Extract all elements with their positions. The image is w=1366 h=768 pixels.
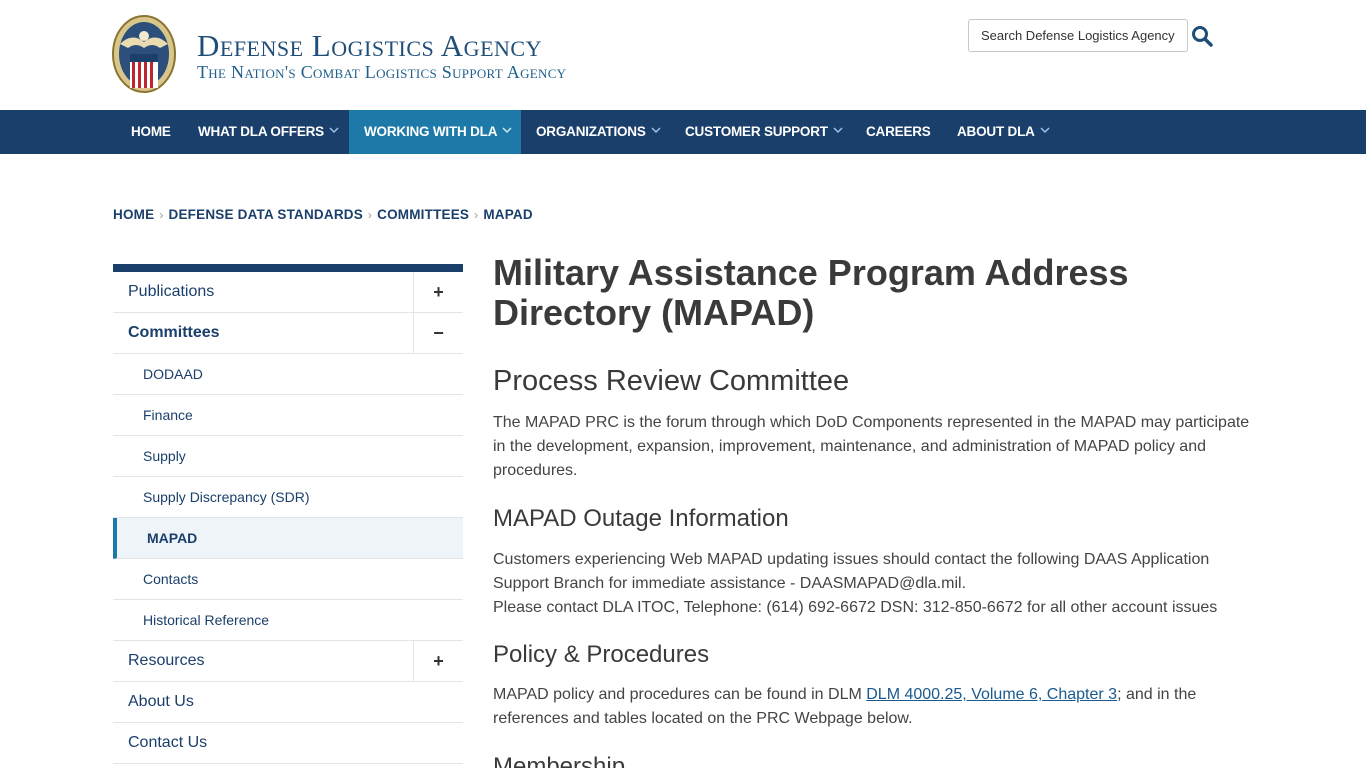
nav-home-label: HOME: [131, 124, 171, 139]
nav-careers[interactable]: CAREERS: [851, 110, 946, 154]
sidebar-subitem-label: MAPAD: [147, 530, 198, 546]
sidebar-item-resources[interactable]: Resources +: [113, 641, 463, 682]
nav-careers-label: CAREERS: [866, 124, 931, 139]
page-title: Military Assistance Program Address Dire…: [493, 252, 1129, 333]
site-header: Defense Logistics Agency The Nation's Co…: [0, 0, 1366, 110]
chevron-down-icon: [651, 127, 661, 134]
sidebar-item-contact-us[interactable]: Contact Us: [113, 723, 463, 764]
outage-text-2: Please contact DLA ITOC, Telephone: (614…: [493, 599, 1218, 616]
nav-what-dla-offers-label: WHAT DLA OFFERS: [198, 124, 324, 139]
nav-customer-support[interactable]: CUSTOMER SUPPORT: [670, 110, 858, 154]
nav-working-with-dla[interactable]: WORKING WITH DLA: [349, 110, 521, 154]
nav-organizations[interactable]: ORGANIZATIONS: [521, 110, 676, 154]
sidebar-subitem-label: Historical Reference: [143, 612, 270, 628]
sidebar-item-label: Publications: [128, 283, 215, 300]
sidebar-subitem-label: Finance: [143, 407, 193, 423]
collapse-icon[interactable]: −: [413, 313, 463, 353]
dla-seal-icon[interactable]: [112, 14, 176, 94]
sidebar-item-publications[interactable]: Publications +: [113, 272, 463, 313]
dlm-volume-link[interactable]: DLM 4000.25, Volume 6, Chapter 3: [866, 686, 1117, 703]
nav-what-dla-offers[interactable]: WHAT DLA OFFERS: [183, 110, 354, 154]
sidebar-item-committees[interactable]: Committees −: [113, 313, 463, 354]
outage-heading: MAPAD Outage Information: [493, 505, 789, 532]
chevron-down-icon: [833, 127, 843, 134]
chevron-down-icon: [1040, 127, 1050, 134]
chevron-right-icon: ›: [474, 208, 479, 222]
nav-about-dla-label: ABOUT DLA: [957, 124, 1035, 139]
nav-organizations-label: ORGANIZATIONS: [536, 124, 646, 139]
nav-customer-support-label: CUSTOMER SUPPORT: [685, 124, 828, 139]
policy-text-pre: MAPAD policy and procedures can be found…: [493, 686, 867, 703]
chevron-down-icon: [329, 127, 339, 134]
outage-text-1: Customers experiencing Web MAPAD updatin…: [493, 551, 1210, 592]
search-input[interactable]: [968, 19, 1188, 52]
membership-heading: Membership: [493, 753, 626, 768]
sidebar-subitem-label: Supply: [143, 448, 186, 464]
sidebar-subitem-historical-reference[interactable]: Historical Reference: [113, 600, 463, 641]
main-nav: HOME WHAT DLA OFFERS WORKING WITH DLA OR…: [0, 110, 1366, 154]
sidebar-subitem-label: DODAAD: [143, 366, 203, 382]
expand-icon[interactable]: +: [413, 641, 463, 681]
sidebar-item-label: Contact Us: [128, 734, 208, 751]
sidebar-subitem-contacts[interactable]: Contacts: [113, 559, 463, 600]
sidebar-nav: Publications + Committees − DODAAD Finan…: [113, 264, 463, 764]
sidebar-subitem-finance[interactable]: Finance: [113, 395, 463, 436]
site-title[interactable]: Defense Logistics Agency: [197, 30, 542, 62]
sidebar-subitem-label: Supply Discrepancy (SDR): [143, 489, 310, 505]
sidebar-subitem-sdr[interactable]: Supply Discrepancy (SDR): [113, 477, 463, 518]
sidebar-item-about-us[interactable]: About Us: [113, 682, 463, 723]
expand-icon[interactable]: +: [413, 272, 463, 312]
prc-text: The MAPAD PRC is the forum through which…: [493, 414, 1250, 479]
chevron-down-icon: [502, 127, 512, 134]
breadcrumb-mapad[interactable]: MAPAD: [483, 207, 533, 222]
sidebar-subitem-label: Contacts: [143, 571, 199, 587]
breadcrumb-home[interactable]: HOME: [113, 207, 154, 222]
sidebar-subitem-mapad[interactable]: MAPAD: [113, 518, 463, 559]
chevron-right-icon: ›: [367, 208, 373, 222]
search-icon[interactable]: [1190, 24, 1214, 48]
sidebar-item-label: About Us: [128, 693, 194, 710]
site-subtitle: The Nation's Combat Logistics Support Ag…: [197, 62, 567, 82]
breadcrumb-defense-data-standards[interactable]: DEFENSE DATA STANDARDS: [169, 207, 363, 222]
sidebar-subitem-supply[interactable]: Supply: [113, 436, 463, 477]
main-content: Military Assistance Program Address Dire…: [493, 252, 1253, 768]
breadcrumb-committees[interactable]: COMMITTEES: [377, 207, 469, 222]
sidebar-item-label: Committees: [128, 324, 220, 341]
nav-home[interactable]: HOME: [116, 110, 186, 154]
prc-heading: Process Review Committee: [493, 365, 850, 397]
nav-about-dla[interactable]: ABOUT DLA: [942, 110, 1065, 154]
breadcrumb: HOME › DEFENSE DATA STANDARDS › COMMITTEES › M…: [113, 207, 533, 222]
policy-heading: Policy & Procedures: [493, 641, 710, 668]
sidebar-item-label: Resources: [128, 652, 205, 669]
policy-text: MAPAD policy and procedures can be found…: [493, 683, 1253, 731]
chevron-right-icon: ›: [159, 208, 164, 222]
sidebar-top-bar: [113, 264, 463, 272]
sidebar-subitem-dodaad[interactable]: DODAAD: [113, 354, 463, 395]
nav-working-with-dla-label: WORKING WITH DLA: [364, 124, 498, 139]
